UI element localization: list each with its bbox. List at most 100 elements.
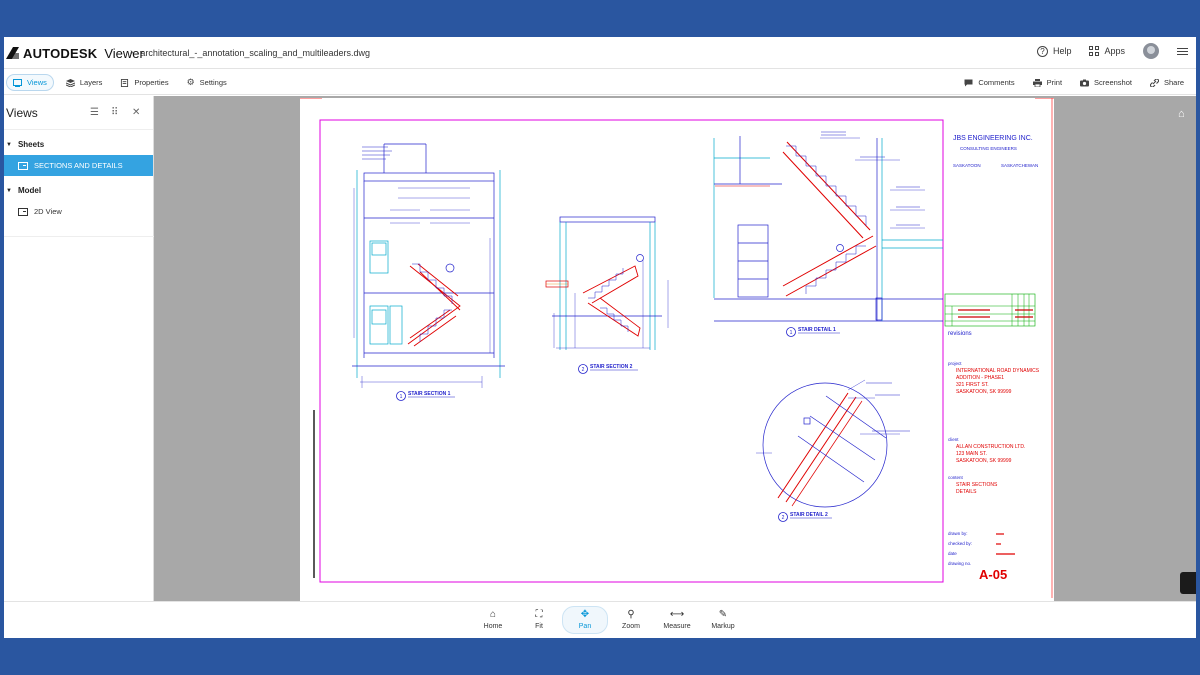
pan-button[interactable]: ✥ Pan bbox=[562, 606, 608, 634]
home-button[interactable]: ⌂ Home bbox=[470, 606, 516, 634]
tab-layers-label: Layers bbox=[79, 78, 103, 87]
zoom-button[interactable]: ⚲ Zoom bbox=[608, 606, 654, 634]
navigation-tools: ⌂ Home ⛶ Fit ✥ Pan ⚲ Zoom ⟷ Measure ✎ Ma… bbox=[470, 606, 746, 634]
gear-icon: ⚙ bbox=[186, 77, 195, 87]
zoom-label: Zoom bbox=[622, 623, 640, 630]
screenshot-label: Screenshot bbox=[1094, 78, 1132, 87]
view-title-stair-section-2: STAIR SECTION 2 bbox=[590, 364, 633, 370]
views-panel-controls: ☰ ⠿ ✕ bbox=[90, 108, 141, 118]
help-icon: ? bbox=[1036, 45, 1048, 57]
model-item-label: 2D View bbox=[34, 207, 62, 216]
tab-views[interactable]: Views bbox=[6, 74, 54, 91]
view-number: 1 bbox=[790, 330, 793, 336]
pan-label: Pan bbox=[578, 623, 592, 630]
drawing-canvas[interactable]: 1 STAIR SECTION 1 2 STAIR SECTION 2 1 ST… bbox=[154, 96, 1196, 601]
client-line: 123 MAIN ST. bbox=[956, 451, 987, 457]
stair-section-1 bbox=[352, 143, 505, 388]
annotation-notes bbox=[362, 131, 920, 432]
feedback-button[interactable] bbox=[1180, 572, 1196, 594]
pan-icon: ✥ bbox=[580, 609, 590, 620]
tab-settings-label: Settings bbox=[199, 78, 227, 87]
project-line: 321 FIRST ST. bbox=[956, 382, 989, 388]
content-label: content bbox=[948, 475, 964, 480]
date-label: date bbox=[948, 551, 957, 556]
app-header: AUTODESK Viewer › architectural_-_annota… bbox=[4, 37, 1196, 69]
cad-drawing: 1 STAIR SECTION 1 2 STAIR SECTION 2 1 ST… bbox=[300, 98, 1054, 598]
markup-button[interactable]: ✎ Markup bbox=[700, 606, 746, 634]
model-section[interactable]: ▼ Model bbox=[4, 176, 153, 195]
view-title-stair-detail-1: STAIR DETAIL 1 bbox=[798, 327, 836, 333]
screenshot-button[interactable]: Screenshot bbox=[1080, 78, 1132, 87]
stair-detail-1 bbox=[713, 136, 943, 322]
client-label: client bbox=[948, 437, 959, 442]
file-name[interactable]: architectural_-_annotation_scaling_and_m… bbox=[140, 48, 370, 58]
sheet-item-sections-and-details[interactable]: SECTIONS AND DETAILS bbox=[4, 155, 153, 176]
tab-layers[interactable]: Layers bbox=[60, 74, 109, 91]
help-button[interactable]: ? Help bbox=[1036, 45, 1071, 57]
toolbar-actions: Comments Print Screenshot Share bbox=[964, 78, 1184, 87]
view-title-stair-detail-2: STAIR DETAIL 2 bbox=[790, 512, 828, 518]
print-label: Print bbox=[1046, 78, 1063, 87]
sheet-icon bbox=[18, 161, 28, 170]
home-label: Home bbox=[483, 623, 503, 630]
model-label: Model bbox=[17, 186, 42, 195]
link-icon bbox=[1149, 78, 1159, 87]
share-button[interactable]: Share bbox=[1149, 78, 1184, 87]
measure-label: Measure bbox=[663, 623, 691, 630]
home-view-icon[interactable]: ⌂ bbox=[1178, 108, 1190, 120]
views-panel: Views ☰ ⠿ ✕ ▼ Sheets SECTIONS AND DETAIL… bbox=[4, 96, 154, 601]
sheet-number: A-05 bbox=[979, 567, 1007, 582]
drawing-number-label: drawing no. bbox=[948, 561, 971, 566]
project-label: project bbox=[948, 361, 962, 366]
view-number: 2 bbox=[582, 367, 585, 373]
menu-icon[interactable] bbox=[1177, 47, 1188, 55]
tab-properties-label: Properties bbox=[134, 78, 169, 87]
view-2d-icon bbox=[18, 207, 28, 216]
markup-icon: ✎ bbox=[718, 609, 728, 620]
client-line: SASKATOON, SK 99999 bbox=[956, 458, 1012, 464]
markup-label: Markup bbox=[711, 623, 735, 630]
comments-button[interactable]: Comments bbox=[964, 78, 1015, 87]
print-button[interactable]: Print bbox=[1032, 78, 1063, 87]
project-line: ADDITION - PHASE1 bbox=[956, 375, 1004, 381]
checked-by-label: checked by: bbox=[948, 541, 972, 546]
header-actions: ? Help Apps bbox=[1036, 43, 1188, 59]
drawn-by-label: drawn by: bbox=[948, 531, 968, 536]
layers-icon bbox=[65, 78, 75, 87]
tab-settings[interactable]: ⚙ Settings bbox=[181, 74, 233, 91]
tab-properties[interactable]: Properties bbox=[114, 74, 174, 91]
tab-views-label: Views bbox=[27, 78, 47, 87]
firm-subtitle: CONSULTING ENGINEERS bbox=[960, 146, 1017, 151]
apps-button[interactable]: Apps bbox=[1089, 46, 1125, 56]
avatar[interactable] bbox=[1143, 43, 1159, 59]
brand-name: AUTODESK bbox=[23, 45, 98, 61]
content-line: STAIR SECTIONS bbox=[956, 482, 998, 488]
client-line: ALLAN CONSTRUCTION LTD. bbox=[956, 444, 1025, 450]
home-icon: ⌂ bbox=[489, 609, 497, 620]
measure-button[interactable]: ⟷ Measure bbox=[654, 606, 700, 634]
panel-divider bbox=[4, 236, 154, 237]
comment-icon bbox=[964, 79, 973, 86]
autodesk-logo[interactable]: AUTODESK Viewer bbox=[6, 45, 144, 61]
chevron-right-icon: › bbox=[130, 47, 134, 58]
sheets-section[interactable]: ▼ Sheets bbox=[4, 130, 153, 149]
view-title-stair-section-1: STAIR SECTION 1 bbox=[408, 391, 451, 397]
model-item-2d-view[interactable]: 2D View bbox=[4, 201, 153, 222]
grid-view-icon[interactable]: ⠿ bbox=[111, 108, 120, 118]
autodesk-logo-icon bbox=[6, 47, 19, 59]
caret-down-icon: ▼ bbox=[6, 141, 12, 148]
drawing-sheet: 1 STAIR SECTION 1 2 STAIR SECTION 2 1 ST… bbox=[300, 98, 1054, 601]
close-icon[interactable]: ✕ bbox=[132, 108, 141, 118]
caret-down-icon: ▼ bbox=[6, 187, 12, 194]
panel-tabs: Views Layers Properties ⚙ Settings bbox=[6, 74, 233, 91]
content-line: DETAILS bbox=[956, 489, 977, 495]
list-view-icon[interactable]: ☰ bbox=[90, 108, 99, 118]
fit-icon: ⛶ bbox=[535, 609, 543, 620]
view-number: 1 bbox=[400, 394, 403, 400]
navigation-toolbar: ⌂ Home ⛶ Fit ✥ Pan ⚲ Zoom ⟷ Measure ✎ Ma… bbox=[4, 601, 1196, 638]
firm-province: SASKATCHEWAN bbox=[1001, 163, 1038, 168]
fit-button[interactable]: ⛶ Fit bbox=[516, 606, 562, 634]
sheets-label: Sheets bbox=[17, 140, 45, 149]
revisions-label: revisions bbox=[948, 331, 972, 337]
camera-icon bbox=[1080, 79, 1090, 86]
